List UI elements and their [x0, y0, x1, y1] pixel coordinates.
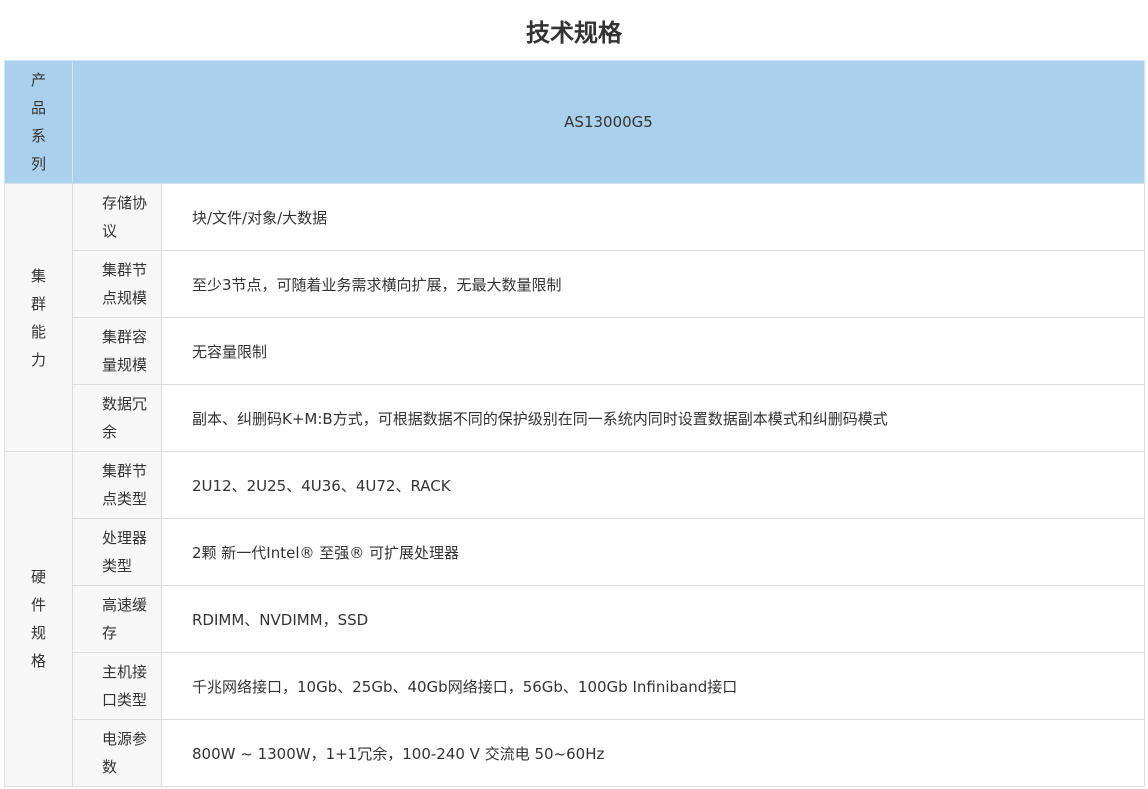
row-label: 集群节点规模: [72, 250, 162, 318]
product-series-label: 产 品 系 列: [4, 60, 73, 184]
table-row: 电源参数 800W ~ 1300W，1+1冗余，100-240 V 交流电 50…: [5, 719, 1145, 787]
product-series-value: AS13000G5: [72, 60, 1145, 184]
row-value: 无容量限制: [161, 317, 1145, 385]
row-label: 集群容量规模: [72, 317, 162, 385]
row-label: 电源参数: [72, 719, 162, 787]
group-label-cluster: 集 群 能 力: [4, 183, 73, 452]
row-value: 800W ~ 1300W，1+1冗余，100-240 V 交流电 50~60Hz: [161, 719, 1145, 787]
table-row: 硬 件 规 格 集群节点类型 2U12、2U25、4U36、4U72、RACK: [4, 451, 1145, 787]
group-label-hardware: 硬 件 规 格: [4, 451, 73, 787]
table-row: 集 群 能 力 存储协议 块/文件/对象/大数据: [4, 183, 1145, 452]
row-value: RDIMM、NVDIMM，SSD: [161, 585, 1145, 653]
row-label: 处理器类型: [72, 518, 162, 586]
table-row: 集群容量规模 无容量限制: [5, 317, 1145, 385]
spec-table: 产 品 系 列 AS13000G5 集 群 能 力 存储协议 块/文件/对象/大…: [4, 60, 1145, 787]
header-row: 产 品 系 列 AS13000G5: [4, 60, 1145, 184]
table-row: 高速缓存 RDIMM、NVDIMM，SSD: [5, 585, 1145, 653]
row-value: 2U12、2U25、4U36、4U72、RACK: [161, 451, 1145, 519]
row-value: 块/文件/对象/大数据: [161, 183, 1145, 251]
row-value: 千兆网络接口，10Gb、25Gb、40Gb网络接口，56Gb、100Gb Inf…: [161, 652, 1145, 720]
row-value: 至少3节点，可随着业务需求横向扩展，无最大数量限制: [161, 250, 1145, 318]
row-label: 高速缓存: [72, 585, 162, 653]
row-label: 集群节点类型: [72, 451, 162, 519]
table-row: 集群节点规模 至少3节点，可随着业务需求横向扩展，无最大数量限制: [5, 250, 1145, 318]
row-label: 存储协议: [72, 183, 162, 251]
row-value: 副本、纠删码K+M:B方式，可根据数据不同的保护级别在同一系统内同时设置数据副本…: [161, 384, 1145, 452]
row-label: 主机接口类型: [72, 652, 162, 720]
page-title: 技术规格: [526, 19, 622, 47]
row-label: 数据冗余: [72, 384, 162, 452]
table-row: 处理器类型 2颗 新一代Intel® 至强® 可扩展处理器: [5, 518, 1145, 586]
row-value: 2颗 新一代Intel® 至强® 可扩展处理器: [161, 518, 1145, 586]
table-row: 数据冗余 副本、纠删码K+M:B方式，可根据数据不同的保护级别在同一系统内同时设…: [5, 384, 1145, 452]
table-row: 主机接口类型 千兆网络接口，10Gb、25Gb、40Gb网络接口，56Gb、10…: [5, 652, 1145, 720]
